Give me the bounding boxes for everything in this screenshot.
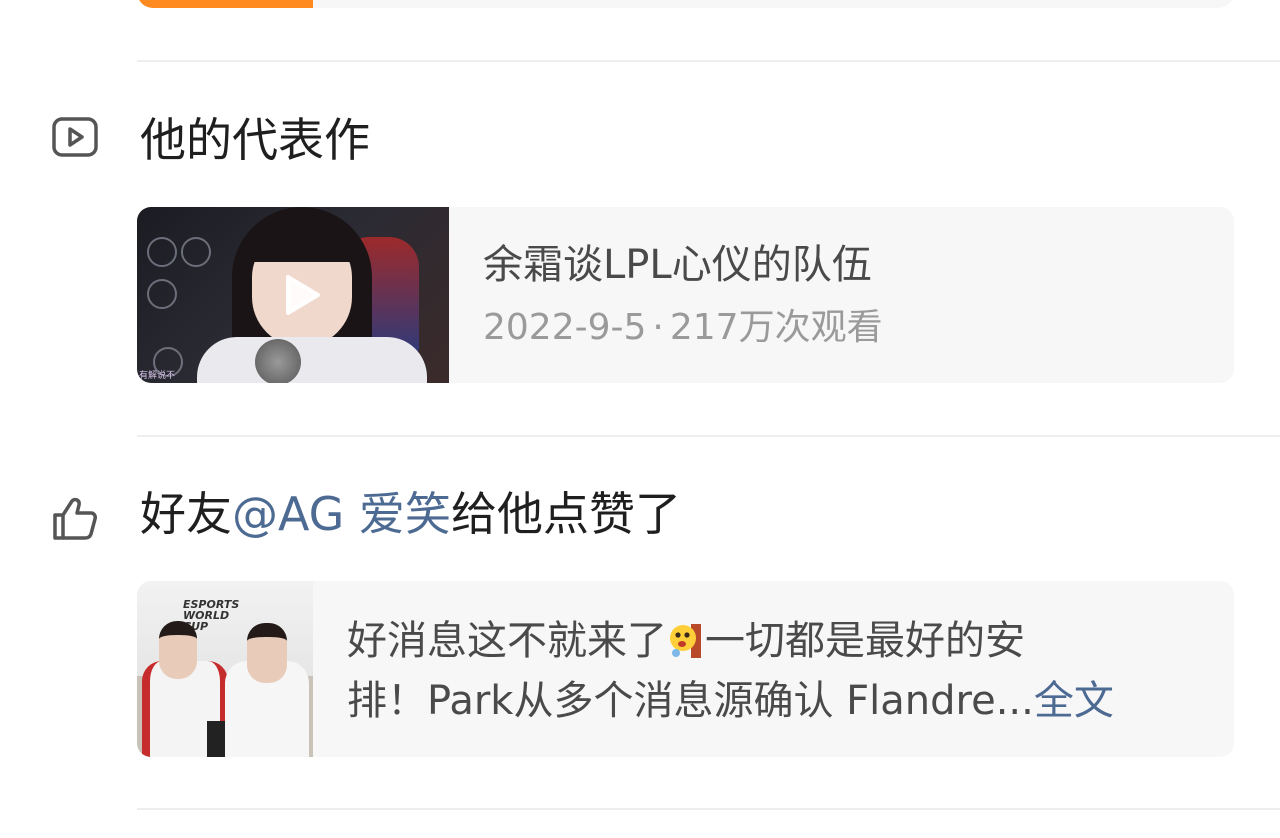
video-title: 余霜谈LPL心仪的队伍 — [483, 242, 872, 288]
previous-card[interactable] — [137, 0, 1234, 8]
thumbnail-microphone — [255, 339, 301, 383]
divider — [137, 60, 1280, 62]
video-thumbnail[interactable]: 有解说不 — [137, 207, 449, 383]
emblem-icon — [147, 237, 177, 267]
peeking-emoji-icon — [670, 624, 701, 658]
representative-works-title: 他的代表作 — [140, 113, 370, 167]
post-text-part: 好消息这不就来了 — [347, 618, 667, 664]
thumbnail-person-right-head — [247, 623, 287, 683]
liked-post-card[interactable]: ESPORTS WORLD CUP 好消息这不就来了 一切都是最好的安 排！Pa… — [137, 581, 1234, 757]
video-play-icon — [52, 117, 98, 157]
emblem-icon — [181, 237, 211, 267]
title-prefix: 好友 — [140, 487, 232, 541]
representative-video-card[interactable]: 有解说不 余霜谈LPL心仪的队伍 2022-9-5 · 217万次观看 — [137, 207, 1234, 383]
divider — [137, 435, 1280, 437]
post-excerpt: 好消息这不就来了 一切都是最好的安 排！Park从多个消息源确认 Flandre… — [347, 611, 1207, 731]
thumbnail-person-left-head — [159, 621, 197, 679]
divider — [137, 808, 1280, 810]
title-suffix: 给他点赞了 — [450, 487, 681, 541]
friend-mention-link[interactable]: @AG 爱笑 — [232, 487, 451, 541]
meta-separator: · — [652, 307, 664, 348]
post-text-part: 排！Park从多个消息源确认 Flandre... — [347, 678, 1034, 724]
thumbnail-watermark: 有解说不 — [139, 371, 176, 381]
post-line-1: 好消息这不就来了 一切都是最好的安 — [347, 611, 1207, 671]
video-meta: 2022-9-5 · 217万次观看 — [483, 303, 883, 353]
read-full-text-link[interactable]: 全文 — [1034, 678, 1114, 724]
friend-liked-title: 好友@AG 爱笑给他点赞了 — [140, 486, 681, 542]
video-date: 2022-9-5 — [483, 307, 647, 348]
emblem-icon — [147, 279, 177, 309]
video-views: 217万次观看 — [669, 307, 883, 348]
thumbnail-shirt — [197, 337, 427, 383]
play-icon[interactable] — [276, 271, 324, 319]
thumbs-up-icon — [53, 497, 97, 540]
post-thumbnail[interactable]: ESPORTS WORLD CUP — [137, 581, 313, 757]
previous-card-orange-accent — [137, 0, 313, 8]
post-line-2: 排！Park从多个消息源确认 Flandre...全文 — [347, 671, 1207, 731]
post-text-part: 一切都是最好的安 — [705, 618, 1025, 664]
profile-page: 他的代表作 有解说不 余霜谈LPL心仪的队伍 2022-9-5 · 217万次观看 … — [0, 0, 1280, 838]
thumbnail-bangs — [247, 217, 357, 262]
